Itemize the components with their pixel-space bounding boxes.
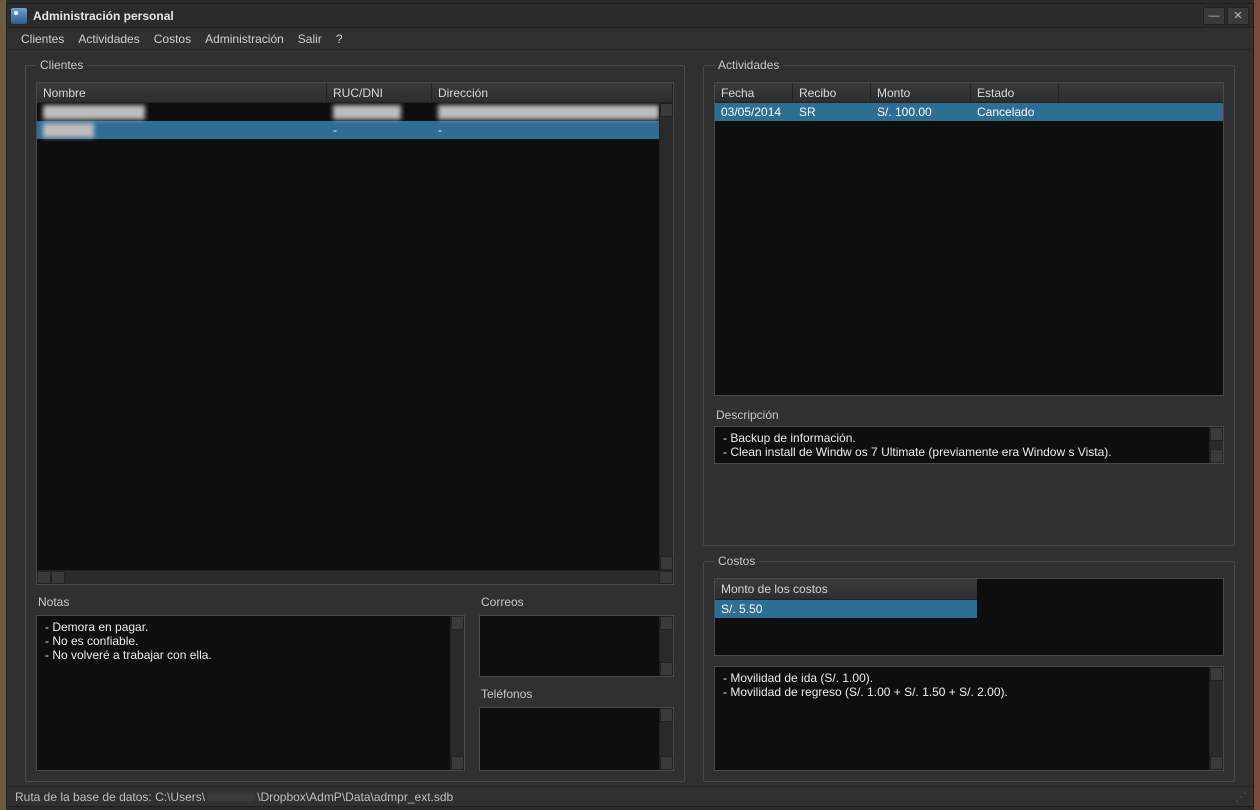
- status-bar: Ruta de la base de datos: C:\Users\ \Dro…: [7, 786, 1253, 806]
- table-row[interactable]: ████████████ ████████ ██████████████████…: [37, 103, 673, 121]
- close-button[interactable]: ✕: [1227, 7, 1249, 25]
- scroll-right-icon[interactable]: [659, 571, 673, 584]
- title-bar[interactable]: Administración personal — ✕: [7, 4, 1253, 28]
- label-notas: Notas: [36, 595, 465, 609]
- scrollbar-vertical[interactable]: [450, 616, 464, 770]
- telefonos-pane[interactable]: [479, 707, 674, 771]
- col-estado[interactable]: Estado: [971, 83, 1059, 102]
- col-monto-costos[interactable]: Monto de los costos: [715, 579, 977, 600]
- legend-costos: Costos: [714, 554, 759, 568]
- window-title: Administración personal: [33, 9, 174, 23]
- table-row[interactable]: S/. 5.50: [715, 600, 977, 618]
- clientes-header[interactable]: Nombre RUC/DNI Dirección: [37, 83, 673, 103]
- group-clientes: Clientes Nombre RUC/DNI Dirección ██████…: [25, 58, 685, 782]
- menu-administracion[interactable]: Administración: [199, 30, 290, 48]
- menu-costos[interactable]: Costos: [148, 30, 197, 48]
- scroll-up-icon[interactable]: [660, 103, 673, 117]
- scrollbar-vertical[interactable]: [1209, 427, 1223, 463]
- actividades-table[interactable]: Fecha Recibo Monto Estado 03/05/2014 SR …: [714, 82, 1224, 396]
- scroll-down-icon[interactable]: [660, 556, 673, 570]
- scroll-thumb[interactable]: [51, 571, 65, 584]
- minimize-button[interactable]: —: [1203, 7, 1225, 25]
- col-ruc[interactable]: RUC/DNI: [327, 83, 432, 102]
- redacted-username: [207, 792, 255, 802]
- notas-pane[interactable]: - Demora en pagar. - No es confiable. - …: [36, 615, 465, 771]
- clientes-table[interactable]: Nombre RUC/DNI Dirección ████████████ ██…: [36, 82, 674, 585]
- scrollbar-vertical[interactable]: [659, 103, 673, 570]
- col-recibo[interactable]: Recibo: [793, 83, 871, 102]
- app-icon: [11, 8, 27, 24]
- legend-clientes: Clientes: [36, 58, 87, 72]
- scrollbar-vertical[interactable]: [1209, 667, 1223, 770]
- menu-help[interactable]: ?: [330, 30, 349, 48]
- group-costos: Costos Monto de los costos S/. 5.50 - Mo…: [703, 554, 1235, 782]
- group-actividades: Actividades Fecha Recibo Monto Estado 03…: [703, 58, 1235, 546]
- legend-actividades: Actividades: [714, 58, 783, 72]
- status-path-suffix: \Dropbox\AdmP\Data\admpr_ext.sdb: [257, 790, 453, 804]
- resize-grip-icon[interactable]: ⋰: [1235, 790, 1245, 804]
- descripcion-pane[interactable]: - Backup de información. - Clean install…: [714, 426, 1224, 464]
- menu-salir[interactable]: Salir: [292, 30, 328, 48]
- col-monto[interactable]: Monto: [871, 83, 971, 102]
- costos-detail-pane[interactable]: - Movilidad de ida (S/. 1.00). - Movilid…: [714, 666, 1224, 771]
- label-telefonos: Teléfonos: [479, 687, 674, 701]
- status-path-prefix: Ruta de la base de datos: C:\Users\: [15, 790, 205, 804]
- col-direccion[interactable]: Dirección: [432, 83, 673, 102]
- menu-actividades[interactable]: Actividades: [72, 30, 145, 48]
- menu-bar: Clientes Actividades Costos Administraci…: [7, 28, 1253, 50]
- app-window: Administración personal — ✕ Clientes Act…: [6, 3, 1254, 807]
- menu-clientes[interactable]: Clientes: [15, 30, 70, 48]
- col-nombre[interactable]: Nombre: [37, 83, 327, 102]
- col-fecha[interactable]: Fecha: [715, 83, 793, 102]
- costos-table[interactable]: Monto de los costos S/. 5.50: [714, 578, 1224, 656]
- scrollbar-vertical[interactable]: [659, 708, 673, 770]
- table-row[interactable]: ██████ - -: [37, 121, 673, 139]
- correos-pane[interactable]: [479, 615, 674, 677]
- scrollbar-horizontal[interactable]: [37, 570, 673, 584]
- label-correos: Correos: [479, 595, 674, 609]
- scroll-left-icon[interactable]: [37, 571, 51, 584]
- label-descripcion: Descripción: [714, 408, 1224, 422]
- table-row[interactable]: 03/05/2014 SR S/. 100.00 Cancelado: [715, 103, 1223, 121]
- scrollbar-vertical[interactable]: [659, 616, 673, 676]
